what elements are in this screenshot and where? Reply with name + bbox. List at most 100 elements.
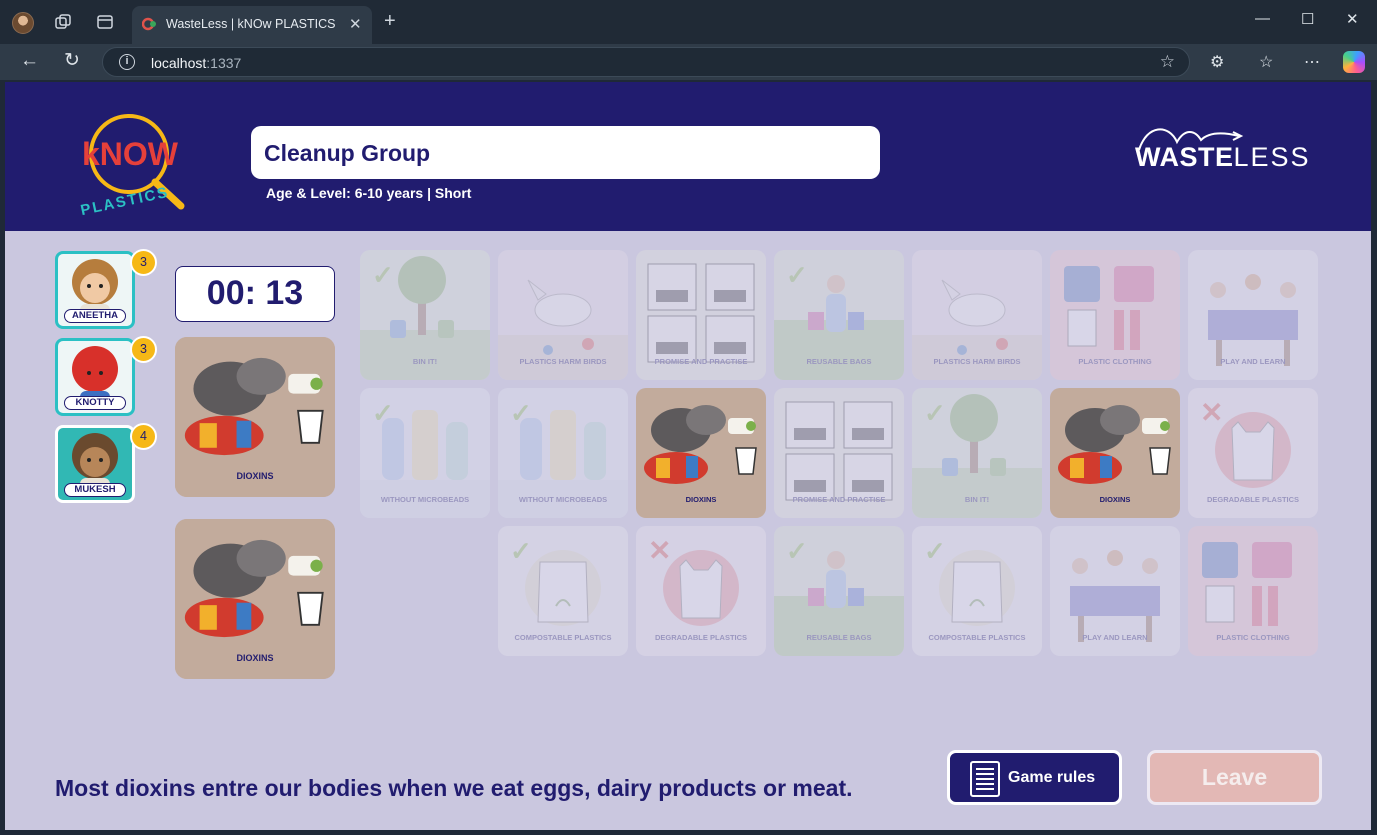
memory-card[interactable]: ✓ COMPOSTABLE PLASTICS — [912, 526, 1042, 656]
player-score-badge: 4 — [130, 423, 157, 450]
tab-actions-icon[interactable] — [96, 13, 114, 31]
more-icon[interactable]: ⋯ — [1304, 52, 1320, 72]
matched-card: DIOXINS — [175, 337, 335, 497]
check-icon: ✓ — [786, 536, 808, 566]
url-field[interactable]: i localhost:1337 ☆ — [102, 47, 1190, 77]
memory-card[interactable]: DIOXINS — [1050, 388, 1180, 518]
player-name: KNOTTY — [64, 396, 126, 410]
address-bar: ← ↻ i localhost:1337 ☆ ⚙ ☆ ⋯ — [0, 44, 1377, 80]
profile-avatar-icon[interactable] — [12, 12, 34, 34]
player-card: KNOTTY — [55, 338, 135, 416]
memory-card[interactable]: PROMISE AND PRACTISE — [636, 250, 766, 380]
check-icon: ✓ — [786, 260, 808, 290]
card-label: PROMISE AND PRACTISE — [792, 495, 886, 504]
memory-card[interactable]: ✓ COMPOSTABLE PLASTICS — [498, 526, 628, 656]
card-label: BIN IT! — [412, 357, 438, 366]
memory-card[interactable]: PLASTICS HARM BIRDS — [912, 250, 1042, 380]
minimize-icon[interactable]: — — [1255, 10, 1270, 27]
workspaces-icon[interactable] — [54, 13, 72, 31]
player-score-badge: 3 — [130, 336, 157, 363]
player-name: MUKESH — [64, 483, 126, 497]
extensions-icon[interactable]: ⚙ — [1210, 52, 1224, 72]
game-rules-button[interactable]: Game rules — [947, 750, 1122, 805]
fact-text: Most dioxins entre our bodies when we ea… — [55, 775, 853, 801]
close-tab-icon[interactable]: ✕ — [349, 15, 362, 33]
group-name-box: Cleanup Group — [251, 126, 880, 179]
card-label: DIOXINS — [236, 471, 274, 481]
game-page: kNOW PLASTICS Cleanup Group Age & Level:… — [5, 82, 1371, 830]
card-label: COMPOSTABLE PLASTICS — [514, 633, 612, 642]
page-header: kNOW PLASTICS Cleanup Group Age & Level:… — [5, 82, 1371, 231]
card-label: WITHOUT MICROBEADS — [518, 495, 608, 504]
player-score-badge: 3 — [130, 249, 157, 276]
know-plastics-logo: kNOW PLASTICS — [79, 114, 185, 219]
memory-card[interactable]: PLASTICS HARM BIRDS — [498, 250, 628, 380]
card-label: REUSABLE BAGS — [806, 633, 872, 642]
memory-card[interactable]: ✓ BIN IT! — [912, 388, 1042, 518]
memory-card[interactable]: ✕ DEGRADABLE PLASTICS — [636, 526, 766, 656]
tab-favicon-icon — [142, 17, 156, 31]
refresh-icon[interactable]: ↻ — [64, 51, 80, 71]
browser-titlebar: WasteLess | kNOw PLASTICS ✕ + — ☐ ✕ — [0, 0, 1377, 44]
card-label: PROMISE AND PRACTISE — [654, 357, 748, 366]
back-icon[interactable]: ← — [20, 51, 39, 71]
card-label: DIOXINS — [1099, 495, 1131, 504]
card-label: REUSABLE BAGS — [806, 357, 872, 366]
favorites-icon[interactable]: ☆ — [1259, 52, 1273, 72]
memory-card[interactable]: ✓ REUSABLE BAGS — [774, 526, 904, 656]
close-window-icon[interactable]: ✕ — [1346, 10, 1359, 28]
svg-text:kNOW: kNOW — [82, 136, 179, 172]
card-label: COMPOSTABLE PLASTICS — [928, 633, 1026, 642]
player-card: ANEETHA — [55, 251, 135, 329]
browser-tab[interactable]: WasteLess | kNOw PLASTICS ✕ — [132, 6, 372, 44]
favorite-star-icon[interactable]: ☆ — [1160, 52, 1175, 72]
wasteless-logo-text: WASTELESS — [1135, 142, 1311, 172]
card-label: DIOXINS — [685, 495, 717, 504]
memory-card[interactable]: ✓ WITHOUT MICROBEADS — [498, 388, 628, 518]
player-card: MUKESH — [55, 425, 135, 503]
card-label: PLASTICS HARM BIRDS — [933, 357, 1021, 366]
leave-button[interactable]: Leave — [1147, 750, 1322, 805]
rules-document-icon — [970, 761, 1000, 797]
check-icon: ✓ — [372, 398, 394, 428]
check-icon: ✓ — [372, 260, 394, 290]
cross-icon: ✕ — [648, 535, 672, 566]
memory-card[interactable]: DIOXINS — [636, 388, 766, 518]
memory-card[interactable]: PLAY AND LEARN — [1050, 526, 1180, 656]
card-label: PLASTICS HARM BIRDS — [519, 357, 607, 366]
memory-card[interactable]: ✓ WITHOUT MICROBEADS — [360, 388, 490, 518]
card-label: BIN IT! — [964, 495, 990, 504]
new-tab-icon[interactable]: + — [384, 11, 396, 31]
card-label: DIOXINS — [236, 653, 274, 663]
card-label: DEGRADABLE PLASTICS — [1206, 495, 1300, 504]
group-name: Cleanup Group — [264, 140, 431, 166]
url-text: localhost:1337 — [151, 55, 242, 71]
tab-title: WasteLess | kNOw PLASTICS — [166, 17, 336, 31]
memory-card[interactable]: ✓ REUSABLE BAGS — [774, 250, 904, 380]
memory-card[interactable]: PROMISE AND PRACTISE — [774, 388, 904, 518]
card-label: PLASTIC CLOTHING — [1216, 633, 1290, 642]
memory-card[interactable]: PLAY AND LEARN — [1188, 250, 1318, 380]
memory-card[interactable]: ✕ DEGRADABLE PLASTICS — [1188, 388, 1318, 518]
check-icon: ✓ — [924, 398, 946, 428]
svg-text:PLASTICS: PLASTICS — [79, 184, 171, 219]
maximize-icon[interactable]: ☐ — [1301, 10, 1314, 28]
card-label: PLAY AND LEARN — [1220, 357, 1286, 366]
game-timer: 00: 13 — [175, 266, 335, 322]
memory-card[interactable]: PLASTIC CLOTHING — [1050, 250, 1180, 380]
game-rules-label: Game rules — [1008, 769, 1096, 786]
check-icon: ✓ — [510, 536, 532, 566]
age-level-text: Age & Level: 6-10 years | Short — [266, 185, 472, 201]
card-label: DEGRADABLE PLASTICS — [654, 633, 748, 642]
memory-card[interactable]: PLASTIC CLOTHING — [1188, 526, 1318, 656]
card-label: WITHOUT MICROBEADS — [380, 495, 470, 504]
card-label: PLAY AND LEARN — [1082, 633, 1148, 642]
matched-card: DIOXINS — [175, 519, 335, 679]
check-icon: ✓ — [924, 536, 946, 566]
check-icon: ✓ — [510, 398, 532, 428]
cross-icon: ✕ — [1200, 397, 1224, 428]
copilot-icon[interactable] — [1343, 51, 1365, 73]
info-icon[interactable]: i — [119, 54, 135, 70]
card-label: PLASTIC CLOTHING — [1078, 357, 1152, 366]
memory-card[interactable]: ✓ BIN IT! — [360, 250, 490, 380]
